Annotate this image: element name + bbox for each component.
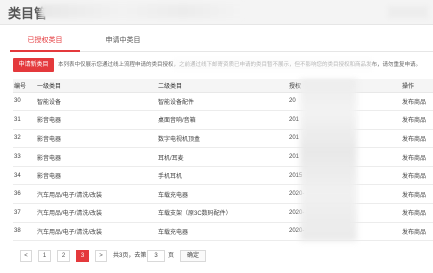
tab-pending-categories[interactable]: 申请中类目 [87,30,159,52]
cell-no: 31 [13,110,36,130]
pager-page-2[interactable]: 2 [57,250,70,262]
cell-level2: 车载充电器 [157,222,288,242]
cell-no: 34 [13,166,36,186]
table-row: 36 汽车用品/电子/清洗/改装 车载充电器 2020- 发布商品 [13,184,433,205]
table-row: 33 影音电器 耳机/耳麦 201 发布商品 [13,147,433,167]
cell-no: 37 [13,203,36,223]
tab-authorized-categories[interactable]: 已授权类目 [10,30,80,52]
table-row: 30 智能设备 智能设备配件 20 发布商品 [13,92,433,112]
header-no: 编号 [13,79,36,93]
publish-product-link[interactable]: 发布商品 [401,166,433,186]
cell-level1: 影音电器 [36,166,157,186]
pager-page-1[interactable]: 1 [38,250,51,262]
table-row: 34 影音电器 手机耳机 2015 发布商品 [13,166,433,186]
cell-level2: 耳机/耳麦 [157,147,288,167]
cell-level2: 车载充电器 [157,184,288,205]
blurred-header-region [40,4,245,18]
pager-summary: 共3页，去第 [113,253,147,259]
publish-product-link[interactable]: 发布商品 [401,129,433,149]
pager-page-3[interactable]: 3 [76,250,89,262]
table-row: 37 汽车用品/电子/清洗/改装 车载支架（原3C数码配件） 2020- 发布商品 [13,203,433,223]
table-row: 38 汽车用品/电子/清洗/改装 车载充电器 2020- 发布商品 [13,222,433,242]
publish-product-link[interactable]: 发布商品 [401,184,433,205]
cell-level2: 桌面音响/音箱 [157,110,288,130]
cell-level1: 影音电器 [36,147,157,167]
apply-new-category-button[interactable]: 申请新类目 [13,58,54,72]
pager-next-button[interactable]: > [95,250,107,262]
cell-level1: 影音电器 [36,110,157,130]
blurred-time-column [300,79,357,241]
publish-product-link[interactable]: 发布商品 [401,92,433,112]
cell-no: 32 [13,129,36,149]
pager-prev-button[interactable]: < [20,250,32,262]
pager-go-button[interactable]: 确定 [180,250,206,262]
publish-product-link[interactable]: 发布商品 [401,222,433,242]
cell-no: 33 [13,147,36,167]
category-tabs: 已授权类目 申请中类目 [10,30,433,52]
cell-level2: 数字电视机顶盒 [157,129,288,149]
blurred-notice-region [173,59,373,70]
cell-level2: 车载支架（原3C数码配件） [157,203,288,223]
header-operation: 操作 [401,79,433,93]
blurred-header-action [388,6,428,18]
cell-level2: 智能设备配件 [157,92,288,112]
cell-level1: 汽车用品/电子/清洗/改装 [36,222,157,242]
table-header-row: 编号 一级类目 二级类目 授权 操作 [13,79,433,93]
header-level2: 二级类目 [157,79,288,93]
cell-level1: 智能设备 [36,92,157,112]
notice-bar: 申请新类目 本列表中仅展示您通过线上流程申请的类目授权，之前通过线下邮寄资质已申… [13,58,433,72]
cell-no: 38 [13,222,36,242]
cell-no: 30 [13,92,36,112]
publish-product-link[interactable]: 发布商品 [401,203,433,223]
cell-level1: 汽车用品/电子/清洗/改装 [36,203,157,223]
table-row: 31 影音电器 桌面音响/音箱 201 发布商品 [13,110,433,130]
page-header: 类目管 [0,0,433,25]
cell-no: 36 [13,184,36,205]
publish-product-link[interactable]: 发布商品 [401,147,433,167]
category-table: 编号 一级类目 二级类目 授权 操作 30 智能设备 智能设备配件 20 发布商品 31 影… [13,79,433,242]
cell-level2: 手机耳机 [157,166,288,186]
cell-level1: 影音电器 [36,129,157,149]
header-level1: 一级类目 [36,79,157,93]
table-row: 32 影音电器 数字电视机顶盒 201 发布商品 [13,129,433,149]
pager-unit: 页 [168,253,175,259]
cell-level1: 汽车用品/电子/清洗/改装 [36,184,157,205]
pager-goto-input[interactable]: 3 [147,250,165,262]
publish-product-link[interactable]: 发布商品 [401,110,433,130]
